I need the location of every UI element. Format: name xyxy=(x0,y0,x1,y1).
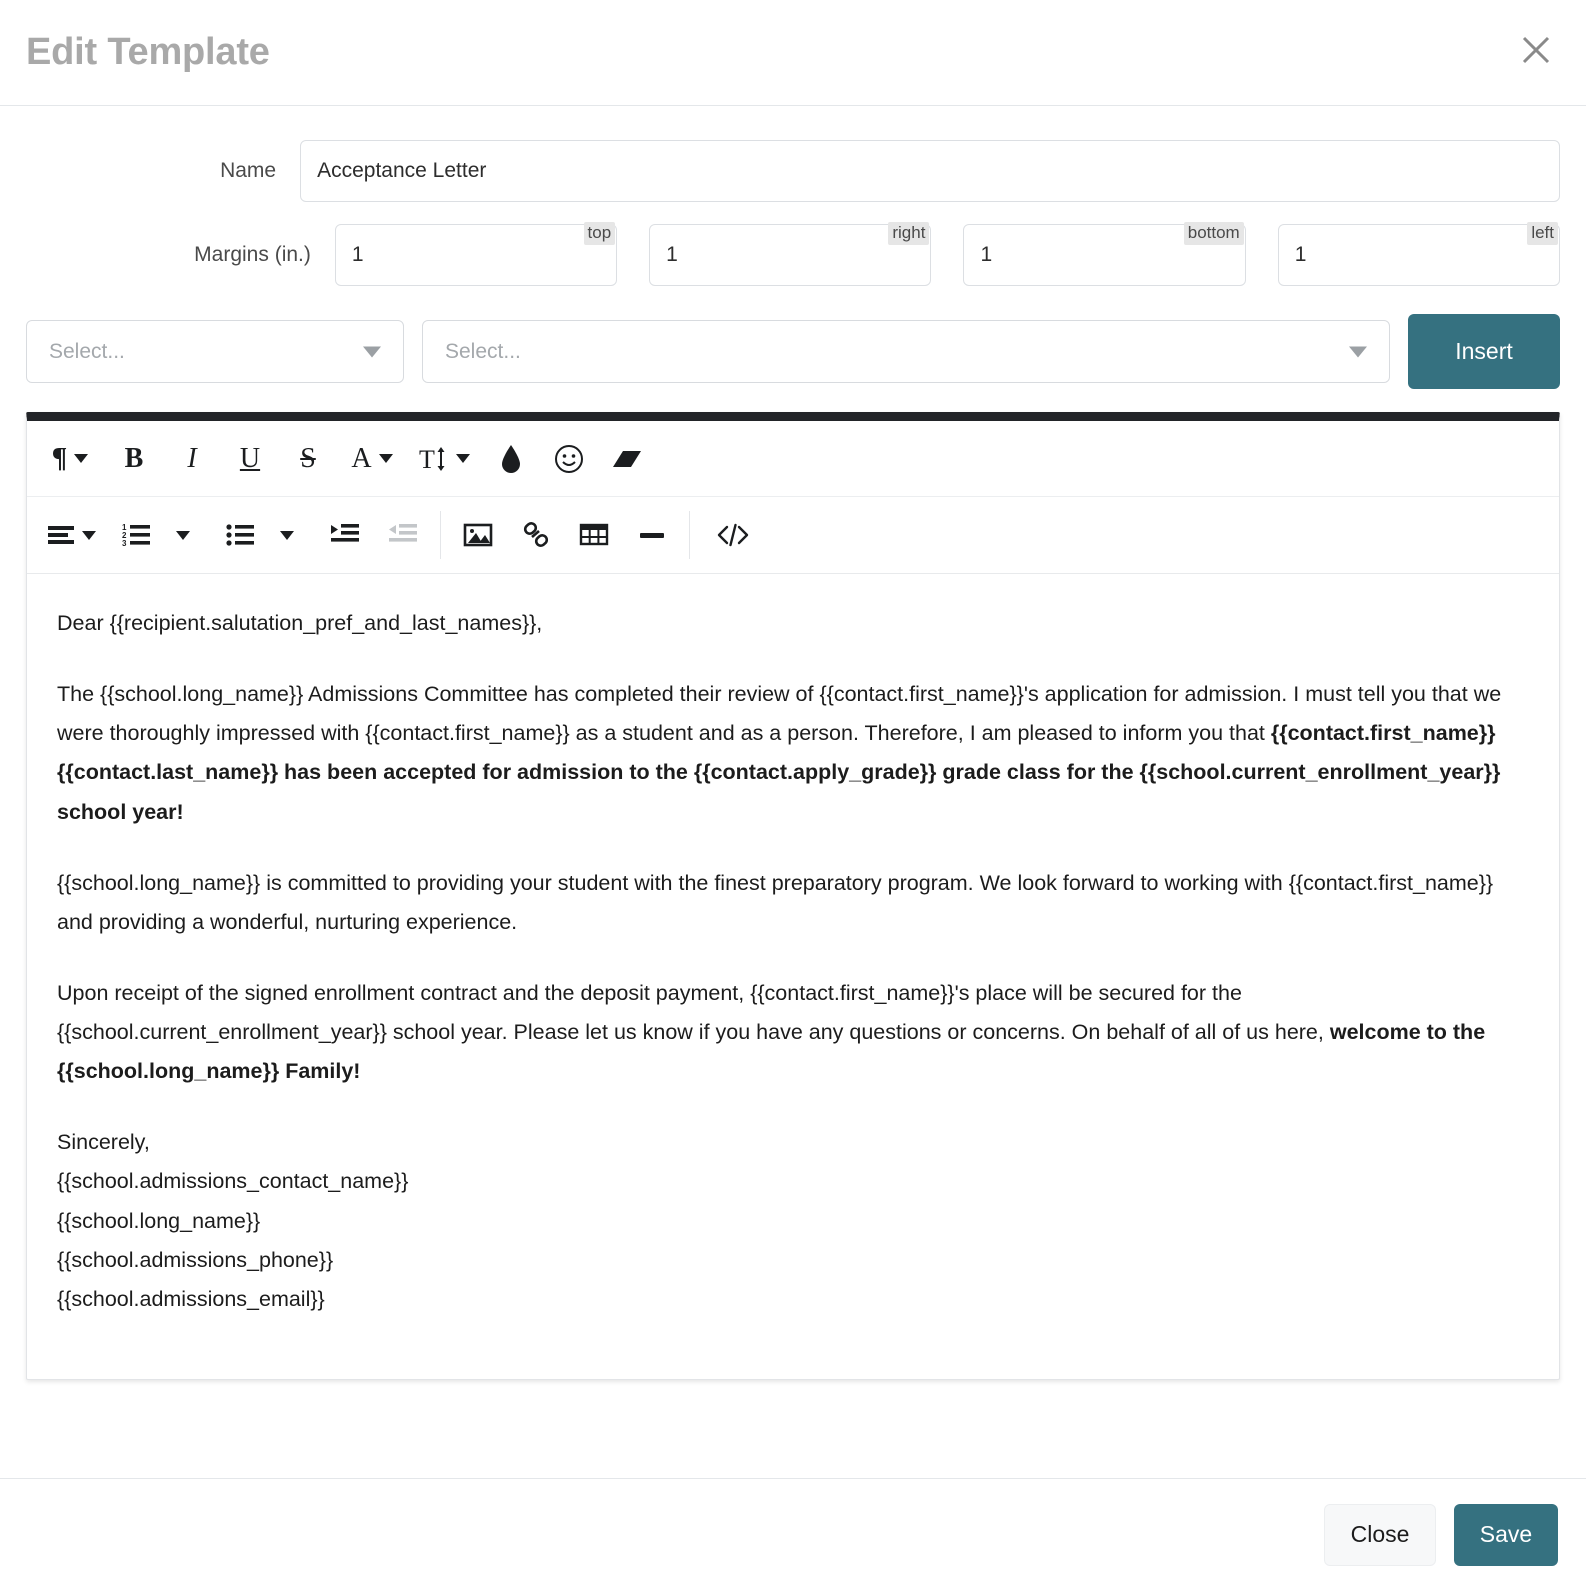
strikethrough-icon[interactable]: S xyxy=(291,434,325,484)
font-size-icon[interactable]: T xyxy=(419,434,470,484)
dialog-header: Edit Template xyxy=(0,0,1586,106)
margins-row: Margins (in.) top right bottom left xyxy=(26,222,1560,286)
rich-text-editor: ¶ B I U S A T 1 2 3 Dear {{recipient.sal… xyxy=(26,412,1560,1380)
chevron-down-icon xyxy=(1349,346,1367,357)
margin-bottom-input[interactable] xyxy=(963,224,1246,286)
margin-field-left: left xyxy=(1277,222,1560,286)
insert-button[interactable]: Insert xyxy=(1408,314,1560,389)
doc-paragraph-4: Upon receipt of the signed enrollment co… xyxy=(57,974,1529,1091)
doc-signature-line: {{school.admissions_email}} xyxy=(57,1286,325,1311)
insert-link-icon[interactable] xyxy=(519,510,553,560)
ordered-list-icon[interactable]: 1 2 3 xyxy=(120,510,154,560)
doc-paragraph-2: The {{school.long_name}} Admissions Comm… xyxy=(57,675,1529,832)
decrease-indent-icon xyxy=(386,510,420,560)
margin-field-top: top xyxy=(334,222,618,286)
italic-icon[interactable]: I xyxy=(175,434,209,484)
name-row: Name xyxy=(26,140,1560,202)
horizontal-rule-icon[interactable] xyxy=(635,510,669,560)
close-button[interactable]: Close xyxy=(1324,1503,1436,1566)
doc-signature-line: Sincerely, xyxy=(57,1130,150,1155)
save-button[interactable]: Save xyxy=(1454,1503,1558,1566)
insert-table-icon[interactable] xyxy=(577,510,611,560)
merge-field-bar: Select... Select... Insert xyxy=(0,308,1586,389)
editor-toolbar-row-2: 1 2 3 xyxy=(27,497,1559,573)
margin-right-input[interactable] xyxy=(649,224,932,286)
doc-paragraph-3: {{school.long_name}} is committed to pro… xyxy=(57,870,1494,934)
bold-icon[interactable]: B xyxy=(117,434,151,484)
margin-top-input[interactable] xyxy=(334,224,618,286)
doc-signature-line: {{school.long_name}} xyxy=(57,1208,261,1233)
page-title: Edit Template xyxy=(26,31,270,73)
code-view-icon[interactable] xyxy=(710,510,756,560)
merge-field-select[interactable]: Select... xyxy=(422,320,1390,383)
insert-image-icon[interactable] xyxy=(461,510,495,560)
svg-text:3: 3 xyxy=(122,539,127,547)
merge-field-placeholder: Select... xyxy=(445,339,521,363)
name-label: Name xyxy=(220,159,277,182)
highlight-color-icon[interactable] xyxy=(494,434,528,484)
template-document[interactable]: Dear {{recipient.salutation_pref_and_las… xyxy=(57,604,1529,1319)
align-icon[interactable] xyxy=(47,510,96,560)
margin-field-right: right xyxy=(649,222,932,286)
doc-paragraph-4-plain: Upon receipt of the signed enrollment co… xyxy=(57,980,1330,1044)
toolbar-divider xyxy=(440,511,441,559)
underline-icon[interactable]: U xyxy=(233,434,267,484)
margin-left-input[interactable] xyxy=(1277,224,1560,286)
doc-salutation: Dear {{recipient.salutation_pref_and_las… xyxy=(57,611,543,635)
font-color-icon[interactable]: A xyxy=(349,434,395,484)
editor-toolbar-row-1: ¶ B I U S A T xyxy=(27,421,1559,497)
template-form: Name Margins (in.) top right bottom left xyxy=(0,106,1586,286)
clear-formatting-icon[interactable] xyxy=(610,434,644,484)
merge-category-placeholder: Select... xyxy=(49,339,125,363)
name-input[interactable] xyxy=(300,140,1560,202)
svg-text:T: T xyxy=(419,445,435,473)
doc-signature-line: {{school.admissions_contact_name}} xyxy=(57,1169,409,1194)
ordered-list-caret[interactable] xyxy=(166,510,200,560)
unordered-list-caret[interactable] xyxy=(270,510,304,560)
toolbar-divider xyxy=(689,511,690,559)
unordered-list-icon[interactable] xyxy=(224,510,258,560)
close-icon[interactable] xyxy=(1514,28,1558,72)
margins-label: Margins (in.) xyxy=(194,243,311,266)
increase-indent-icon[interactable] xyxy=(328,510,362,560)
chevron-down-icon xyxy=(363,346,381,357)
editor-content-area[interactable]: Dear {{recipient.salutation_pref_and_las… xyxy=(27,573,1559,1379)
merge-category-select[interactable]: Select... xyxy=(26,320,404,383)
paragraph-format-icon[interactable]: ¶ xyxy=(47,434,93,484)
emoticon-icon[interactable] xyxy=(552,434,586,484)
doc-signature-line: {{school.admissions_phone}} xyxy=(57,1247,334,1272)
margin-field-bottom: bottom xyxy=(963,222,1246,286)
dialog-footer: Close Save xyxy=(0,1478,1586,1590)
